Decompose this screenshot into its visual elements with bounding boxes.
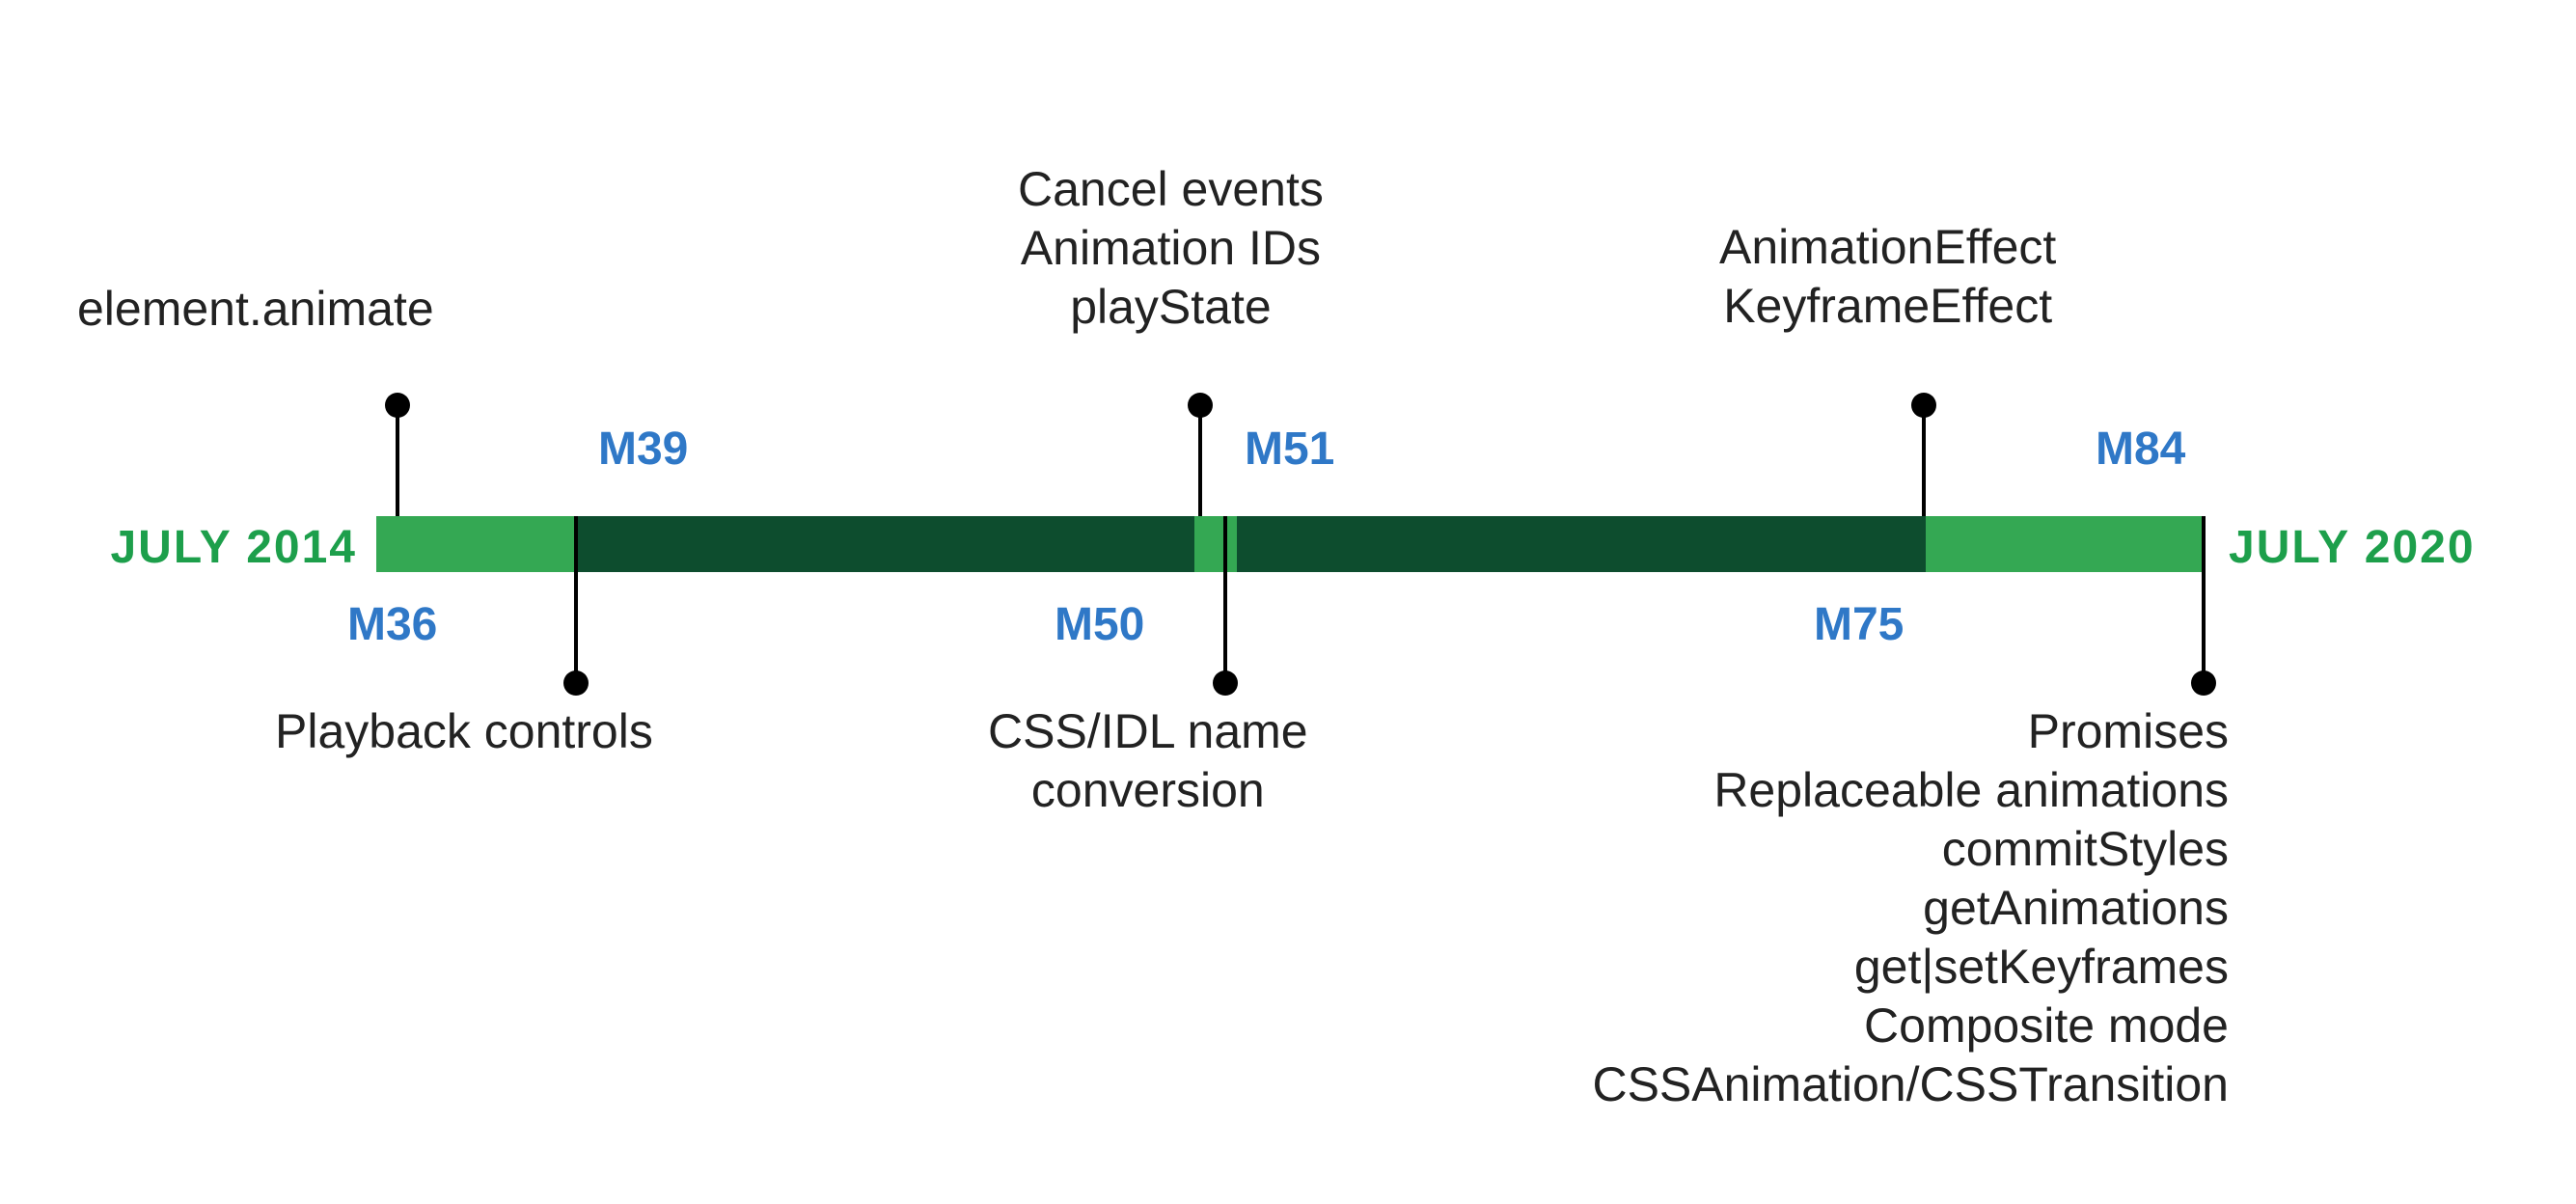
timeline-bar-light-left <box>376 516 577 572</box>
milestone-m36: M36 <box>347 598 437 651</box>
feature-m75: AnimationEffectKeyframeEffect <box>1719 218 2056 336</box>
milestone-m84: M84 <box>2096 423 2185 476</box>
dot-m51 <box>1188 393 1213 418</box>
feature-m50: CSS/IDL nameconversion <box>988 702 1308 820</box>
timeline-bar-dark-right <box>1237 516 1926 572</box>
timeline-diagram: JULY 2014 JULY 2020 M36 element.animate M3… <box>0 0 2576 1204</box>
dot-m84 <box>2191 670 2216 696</box>
stem-m39 <box>574 516 578 683</box>
stem-m84 <box>2202 516 2206 683</box>
feature-m51: Cancel eventsAnimation IDsplayState <box>1018 160 1324 337</box>
stem-m51 <box>1198 405 1202 516</box>
dot-m36 <box>385 393 410 418</box>
dot-m75 <box>1911 393 1936 418</box>
feature-m84: PromisesReplaceable animationscommitStyl… <box>1534 702 2229 1114</box>
feature-m39: Playback controls <box>275 702 653 761</box>
stem-m50 <box>1223 516 1227 683</box>
timeline-bar-light-mid <box>1194 516 1237 572</box>
milestone-m51: M51 <box>1245 423 1334 476</box>
stem-m75 <box>1922 405 1926 516</box>
timeline-bar-light-right <box>1926 516 2204 572</box>
start-date-label: JULY 2014 <box>110 521 357 574</box>
dot-m50 <box>1213 670 1238 696</box>
timeline-bar-dark-left <box>577 516 1194 572</box>
end-date-label: JULY 2020 <box>2229 521 2476 574</box>
milestone-m50: M50 <box>1055 598 1144 651</box>
milestone-m39: M39 <box>598 423 688 476</box>
stem-m36 <box>396 405 399 516</box>
milestone-m75: M75 <box>1814 598 1904 651</box>
dot-m39 <box>563 670 589 696</box>
feature-m36: element.animate <box>77 280 434 339</box>
